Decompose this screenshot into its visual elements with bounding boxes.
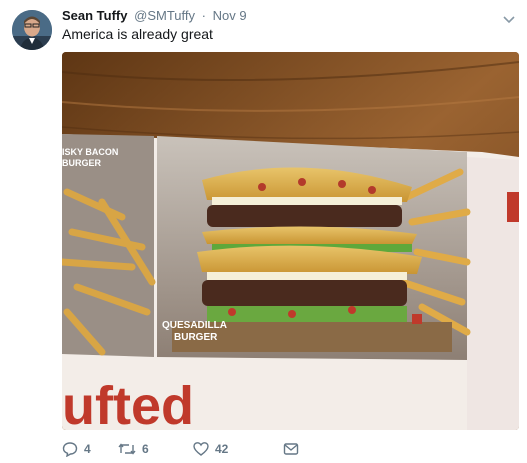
message-icon	[283, 441, 299, 457]
author-name[interactable]: Sean Tuffy	[62, 8, 128, 23]
tweet: Sean Tuffy @SMTuffy · Nov 9 America is a…	[0, 0, 527, 463]
tweet-text: America is already great	[62, 26, 213, 42]
menu-item-left-line2: BURGER	[62, 158, 102, 168]
menu-item-main-line1: QUESADILLA	[162, 320, 227, 331]
like-count: 42	[215, 442, 229, 456]
retweet-count: 6	[142, 442, 149, 456]
like-button[interactable]: 42	[193, 440, 228, 458]
reply-button[interactable]: 4	[62, 440, 91, 458]
tweet-timestamp[interactable]: Nov 9	[213, 8, 247, 23]
menu-bottom-text: ufted	[62, 376, 194, 430]
caret-down-icon[interactable]	[503, 11, 515, 24]
message-button[interactable]	[283, 440, 299, 458]
retweet-button[interactable]: 6	[118, 440, 149, 458]
author-handle[interactable]: @SMTuffy	[134, 8, 195, 23]
tweet-header: Sean Tuffy @SMTuffy · Nov 9	[62, 8, 517, 24]
reply-icon	[62, 441, 78, 457]
tweet-photo[interactable]: ISKY BACON BURGER QUESADILLA BURGER ufte…	[62, 52, 519, 430]
avatar[interactable]	[12, 10, 52, 50]
separator-dot: ·	[201, 8, 206, 23]
reply-count: 4	[84, 442, 91, 456]
retweet-icon	[118, 441, 136, 457]
menu-item-main-line2: BURGER	[174, 332, 218, 343]
like-icon	[193, 441, 209, 457]
menu-item-left-line1: ISKY BACON	[62, 147, 118, 157]
